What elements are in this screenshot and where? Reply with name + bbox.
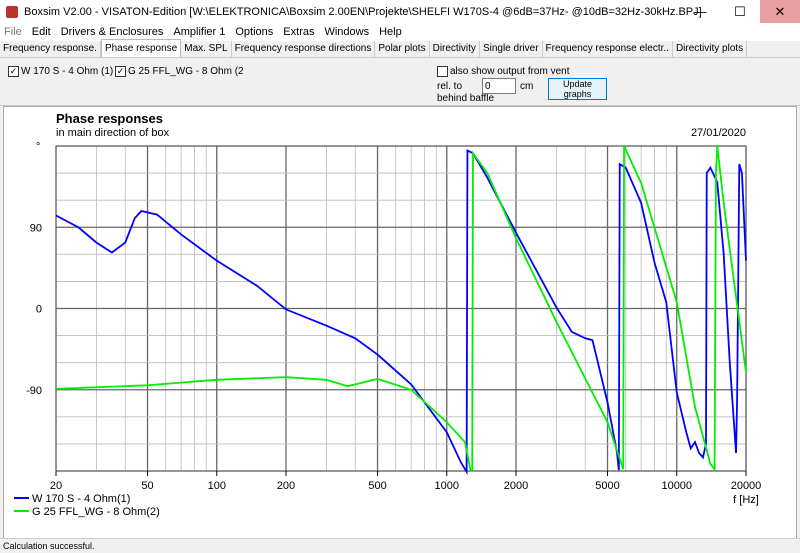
driver2-checkbox[interactable]: ✓ G 25 FFL_WG - 8 Ohm (2 (115, 66, 244, 77)
menu-edit[interactable]: Edit (32, 26, 51, 38)
tab-polar-plots[interactable]: Polar plots (375, 41, 430, 57)
tab-frequency-response-directions[interactable]: Frequency response directions (232, 41, 376, 57)
window-title: Boxsim V2.00 - VISATON-Edition [W:\ELEKT… (24, 5, 702, 18)
y-tick-label: -90 (26, 385, 42, 397)
tab-single-driver[interactable]: Single driver (480, 41, 543, 57)
tab-directivity-plots[interactable]: Directivity plots (673, 41, 748, 57)
status-bar: Calculation successful. (0, 538, 800, 553)
menu-file[interactable]: File (4, 26, 22, 38)
chart-title: Phase responses (56, 111, 163, 126)
x-tick-label: 500 (368, 480, 386, 492)
series-line-1 (55, 149, 747, 476)
title-bar: Boxsim V2.00 - VISATON-Edition [W:\ELEKT… (0, 0, 800, 23)
chart-subtitle: in main direction of box (56, 127, 170, 139)
y-tick-label: 0 (36, 304, 42, 316)
distance-input[interactable] (482, 78, 516, 94)
control-panel: ✓ W 170 S - 4 Ohm (1) ✓ G 25 FFL_WG - 8 Oh… (0, 58, 800, 106)
x-tick-label: 20 (50, 480, 62, 492)
rel-label: rel. to (437, 81, 463, 92)
check-icon: ✓ (115, 66, 126, 77)
legend-label-1: W 170 S - 4 Ohm(1) (32, 493, 130, 505)
check-icon: ✓ (8, 66, 19, 77)
menu-help[interactable]: Help (379, 26, 402, 38)
chart-svg: Phase responsesin main direction of box 2… (14, 111, 762, 518)
tab-directivity[interactable]: Directivity (430, 41, 480, 57)
close-button[interactable]: ✕ (760, 0, 800, 23)
checkbox-empty-icon (437, 66, 448, 77)
legend-label-2: G 25 FFL_WG - 8 Ohm(2) (32, 506, 160, 518)
x-tick-label: 2000 (504, 480, 528, 492)
minimize-button[interactable]: — (680, 0, 720, 23)
menu-drivers[interactable]: Drivers & Enclosures (61, 26, 164, 38)
driver1-label: W 170 S - 4 Ohm (1) (21, 66, 114, 77)
tab-bar: Frequency response. Phase response Max. … (0, 39, 800, 58)
x-tick-label: 5000 (595, 480, 619, 492)
tab-phase-response[interactable]: Phase response (100, 39, 182, 57)
driver2-label: G 25 FFL_WG - 8 Ohm (2 (128, 66, 244, 77)
app-icon (6, 5, 18, 18)
menu-options[interactable]: Options (235, 26, 273, 38)
x-tick-label: 200 (277, 480, 295, 492)
x-tick-label: 1000 (435, 480, 459, 492)
driver1-checkbox[interactable]: ✓ W 170 S - 4 Ohm (1) (8, 66, 113, 77)
tab-max-spl[interactable]: Max. SPL (181, 41, 232, 57)
x-tick-label: 100 (208, 480, 226, 492)
tab-frequency-response-electrical[interactable]: Frequency response electr.. (543, 41, 673, 57)
menu-windows[interactable]: Windows (324, 26, 369, 38)
menu-extras[interactable]: Extras (283, 26, 314, 38)
y-tick-label: 90 (30, 222, 42, 234)
x-tick-label: 50 (141, 480, 153, 492)
vent-label: also show output from vent (450, 66, 570, 77)
x-tick-label: 20000 (731, 480, 762, 492)
vent-checkbox[interactable]: also show output from vent (437, 66, 570, 77)
unit-label: cm (520, 81, 534, 92)
x-axis-label: f [Hz] (733, 494, 759, 506)
update-graphs-button[interactable]: Update graphs (548, 78, 607, 100)
y-axis-label: ° (36, 141, 40, 153)
x-tick-label: 10000 (661, 480, 692, 492)
phase-chart: Phase responses in main direction of box 2… (3, 106, 797, 540)
tab-frequency-response[interactable]: Frequency response. (0, 41, 101, 57)
behind-label: behind baffle (437, 93, 495, 104)
menu-amplifier[interactable]: Amplifier 1 (173, 26, 225, 38)
chart-date: 27/01/2020 (691, 127, 746, 139)
maximize-button[interactable]: ☐ (720, 0, 760, 23)
